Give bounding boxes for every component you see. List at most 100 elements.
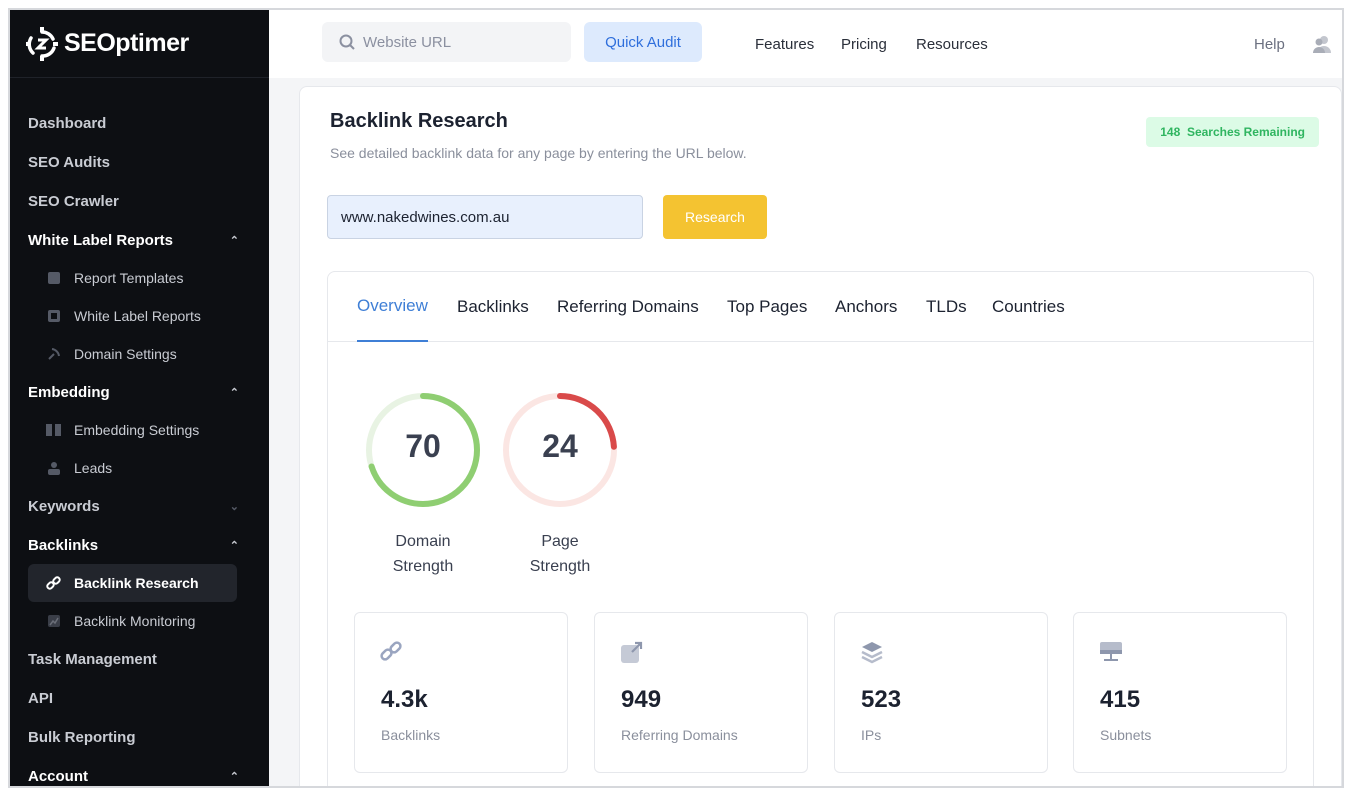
chevron-up-icon: ⌃ [229,234,239,247]
gauge-label-line: Strength [392,558,454,575]
quick-audit-button[interactable]: Quick Audit [584,22,702,62]
tab-top-pages[interactable]: Top Pages [727,272,807,342]
logo[interactable]: SEOptimer [10,10,269,78]
sidebar-item-label: Domain Settings [74,346,177,362]
external-link-icon [620,640,644,664]
stat-value: 949 [621,686,662,713]
sidebar-item-label: Account [28,767,88,785]
sidebar-item-bulk-reporting[interactable]: Bulk Reporting [10,718,269,757]
stat-card-backlinks: 4.3k Backlinks [354,612,568,773]
search-icon [339,34,355,50]
sidebar-item-seo-crawler[interactable]: SEO Crawler [10,182,269,221]
network-icon [1099,640,1123,664]
top-bar: Quick Audit Features Pricing Resources H… [269,10,1342,78]
sidebar-item-label: SEO Audits [28,154,110,171]
stat-label: Referring Domains [621,727,738,743]
research-button[interactable]: Research [663,195,767,239]
embed-icon [46,422,62,438]
nav-features[interactable]: Features [755,10,814,78]
domain-strength-value: 70 [405,428,441,464]
sidebar-item-label: Dashboard [28,115,107,132]
leads-icon [46,460,62,476]
sidebar-item-leads[interactable]: Leads [28,449,237,487]
sidebar-section-backlinks[interactable]: Backlinks ⌃ [10,526,269,564]
sidebar-item-label: Backlinks [28,536,99,554]
link-icon [46,575,62,591]
stat-value: 4.3k [381,686,428,713]
sidebar-item-dashboard[interactable]: Dashboard [10,104,269,143]
sidebar-item-label: Task Management [28,651,157,668]
satellite-icon [46,346,62,362]
stat-card-subnets: 415 Subnets [1073,612,1287,773]
page-strength-gauge: 24 [500,390,620,510]
backlink-research-card: Backlink Research See detailed backlink … [299,86,1342,786]
stat-value: 523 [861,686,902,713]
nav-pricing[interactable]: Pricing [841,10,887,78]
website-url-search[interactable] [322,22,571,62]
research-url-field[interactable] [327,195,643,239]
sidebar-item-embedding-settings[interactable]: Embedding Settings [28,411,237,449]
sidebar-item-label: Backlink Monitoring [74,613,196,629]
chart-icon [46,613,62,629]
results-panel: Overview Backlinks Referring Domains Top… [327,271,1314,786]
gear-logo-icon [26,26,58,61]
tab-countries[interactable]: Countries [992,272,1065,342]
link-icon [380,640,404,664]
domain-strength-gauge: 70 [363,390,483,510]
sidebar-item-label: Backlink Research [74,575,199,591]
sidebar-item-seo-audits[interactable]: SEO Audits [10,143,269,182]
gauge-label-line: Strength [529,558,591,575]
stat-card-referring-domains: 949 Referring Domains [594,612,808,773]
nav-help[interactable]: Help [1254,10,1285,78]
app-window: SEOptimer Dashboard SEO Audits SEO Crawl… [8,8,1344,788]
sidebar-item-report-templates[interactable]: Report Templates [28,259,237,297]
stat-label: Backlinks [381,727,441,743]
sidebar-section-embedding[interactable]: Embedding ⌃ [10,373,269,411]
sidebar-item-label: Bulk Reporting [28,729,136,746]
chevron-up-icon: ⌃ [229,770,239,783]
sidebar-section-keywords[interactable]: Keywords ⌄ [10,487,269,526]
template-icon [46,270,62,286]
chevron-down-icon: ⌄ [229,501,239,513]
searches-count: 148 [1160,125,1181,139]
sidebar-section-account[interactable]: Account ⌃ [10,757,269,786]
stat-card-ips: 523 IPs [834,612,1048,773]
layers-icon [860,640,884,664]
sidebar-item-white-label-reports[interactable]: White Label Reports [28,297,237,335]
searches-remaining-badge: 148 Searches Remaining [1146,117,1319,147]
website-url-input[interactable] [363,33,553,51]
stat-value: 415 [1100,686,1141,713]
sidebar-item-backlink-research[interactable]: Backlink Research [28,564,237,602]
gauge-label-line: Domain [395,533,451,550]
sidebar-item-label: Report Templates [74,270,184,286]
sidebar-item-label: White Label Reports [74,308,201,324]
tab-referring-domains[interactable]: Referring Domains [557,272,699,342]
tab-anchors[interactable]: Anchors [835,272,897,342]
stat-label: Subnets [1100,727,1152,743]
sidebar-section-white-label-reports[interactable]: White Label Reports ⌃ [10,221,269,259]
sidebar-item-backlink-monitoring[interactable]: Backlink Monitoring [28,602,237,640]
research-url-input[interactable] [341,208,631,226]
sidebar-item-label: White Label Reports [28,231,174,249]
page-title: Backlink Research [330,110,508,132]
brand-name: SEOptimer [64,29,189,57]
page-strength-label: Page Strength [500,529,620,579]
chevron-up-icon: ⌃ [229,386,239,399]
searches-label: Searches Remaining [1186,125,1305,139]
nav-resources[interactable]: Resources [916,10,988,78]
page-subtitle: See detailed backlink data for any page … [330,145,747,161]
sidebar-item-label: API [28,690,54,707]
sidebar-item-label: SEO Crawler [28,193,119,210]
tab-backlinks[interactable]: Backlinks [457,272,529,342]
chevron-up-icon: ⌃ [229,539,239,552]
sidebar-item-label: Embedding [28,383,110,401]
sidebar-item-label: Leads [74,460,113,476]
domain-strength-label: Domain Strength [363,529,483,579]
user-icon[interactable] [1312,10,1332,78]
sidebar-item-api[interactable]: API [10,679,269,718]
sidebar-item-domain-settings[interactable]: Domain Settings [28,335,237,373]
sidebar: SEOptimer Dashboard SEO Audits SEO Crawl… [10,10,269,786]
tab-tlds[interactable]: TLDs [926,272,967,342]
sidebar-item-task-management[interactable]: Task Management [10,640,269,679]
tab-overview[interactable]: Overview [357,272,428,342]
